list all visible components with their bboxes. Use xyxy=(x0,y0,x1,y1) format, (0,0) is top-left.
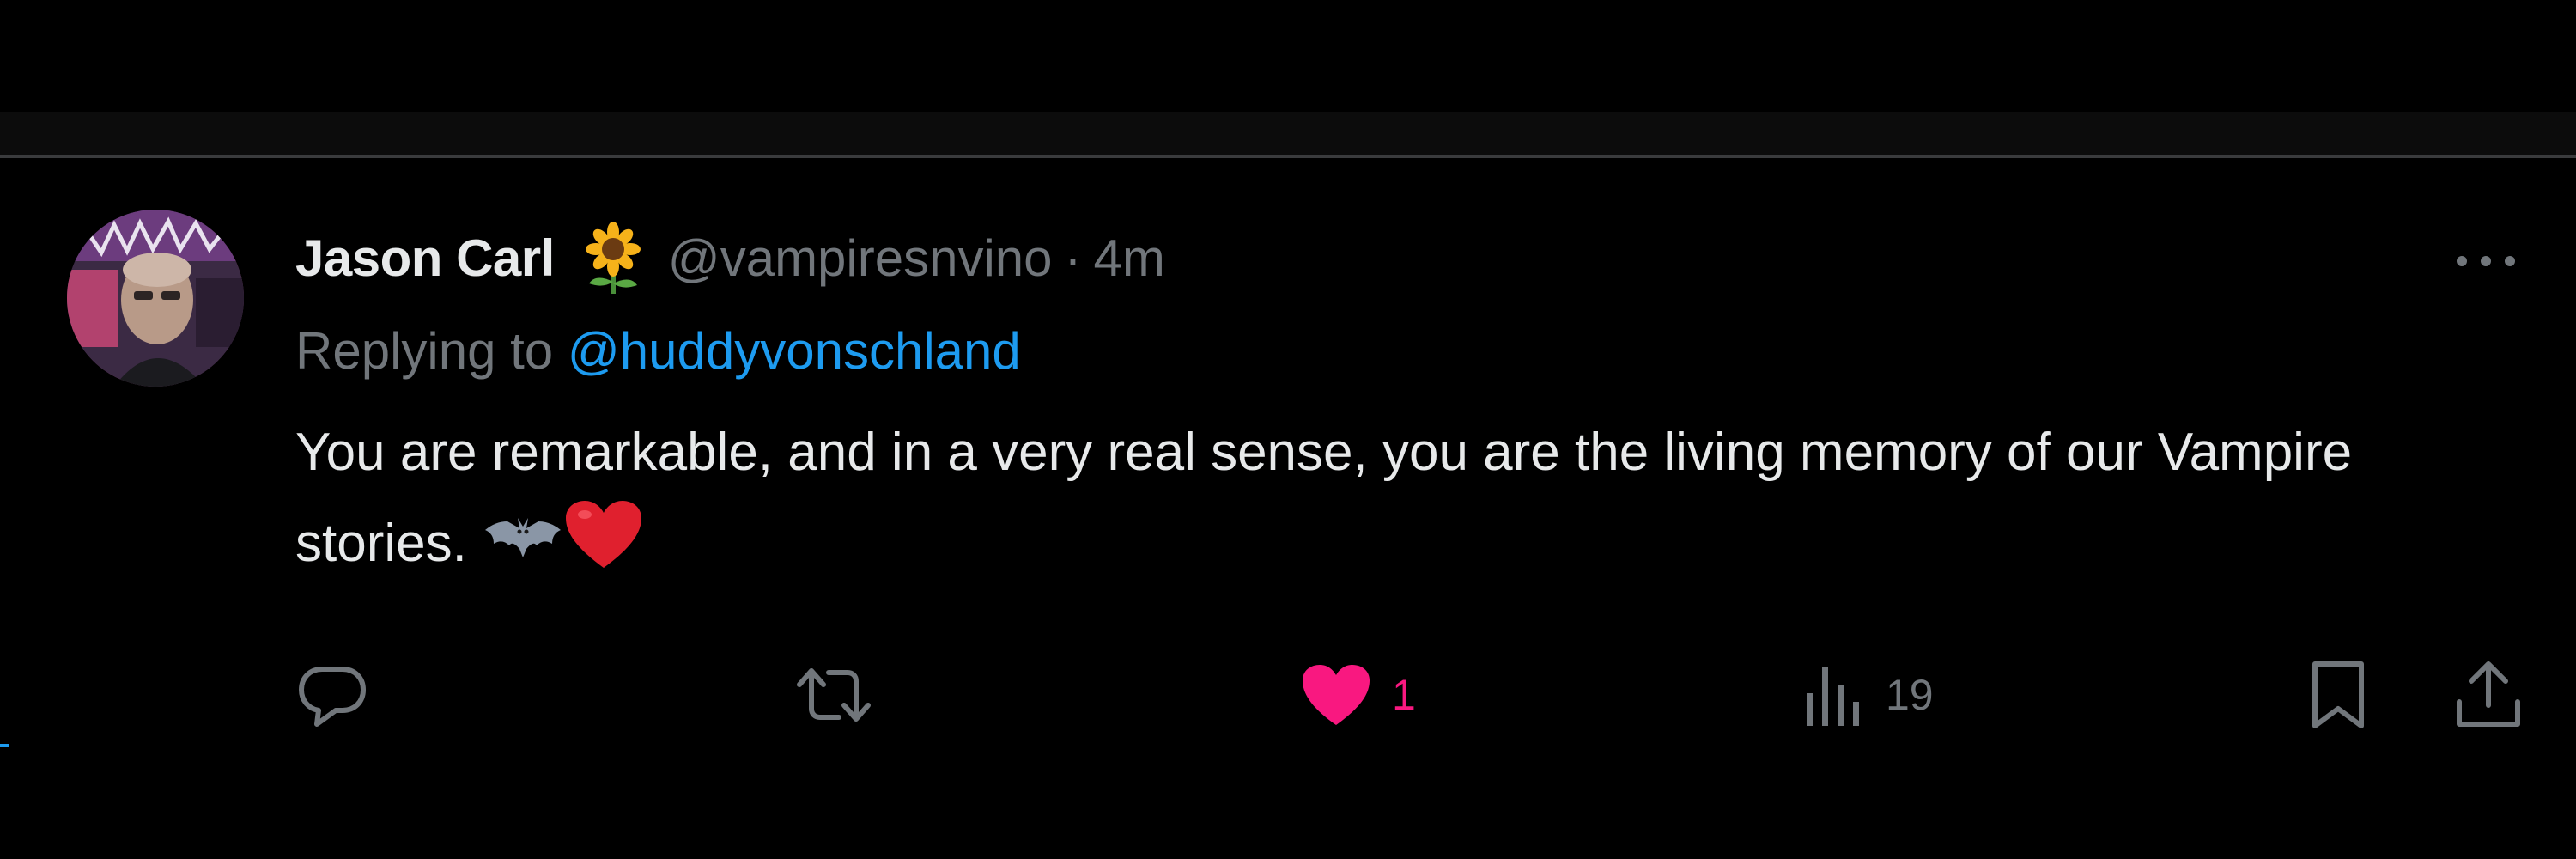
replying-to: Replying to @huddyvonschland xyxy=(295,321,1021,381)
tweet[interactable]: Jason Carl @vampiresnvino · 4m Replying … xyxy=(0,158,2576,859)
retweet-icon xyxy=(797,668,871,722)
sunflower-emoji-icon xyxy=(577,222,649,294)
tweet-header: Jason Carl @vampiresnvino · 4m xyxy=(295,222,1165,294)
avatar[interactable] xyxy=(67,210,244,387)
tweet-text: You are remarkable, and in a very real s… xyxy=(295,407,2494,600)
tweet-timestamp[interactable]: 4m xyxy=(1094,228,1165,288)
retweet-button[interactable] xyxy=(794,639,873,751)
replying-to-label: Replying to xyxy=(295,322,568,380)
views-count: 19 xyxy=(1886,671,1934,719)
bat-emoji-icon xyxy=(482,509,564,600)
top-band xyxy=(0,112,2576,155)
heart-filled-icon xyxy=(1303,665,1370,725)
avatar-image xyxy=(67,210,244,387)
bar-chart-icon xyxy=(1807,667,1859,726)
page: Jason Carl @vampiresnvino · 4m Replying … xyxy=(0,0,2576,859)
red-heart-emoji-icon xyxy=(564,499,643,600)
bookmark-button[interactable] xyxy=(2308,639,2368,751)
more-horizontal-icon xyxy=(2457,256,2515,266)
edge-marker xyxy=(0,744,9,747)
more-options-button[interactable] xyxy=(2447,235,2524,287)
reply-button[interactable] xyxy=(296,639,368,751)
share-button[interactable] xyxy=(2452,639,2524,751)
share-icon xyxy=(2457,661,2520,727)
like-count: 1 xyxy=(1392,671,1416,719)
tweet-actions: 1 19 xyxy=(0,639,2576,751)
views-button[interactable]: 19 xyxy=(1803,639,1934,751)
like-button[interactable]: 1 xyxy=(1301,639,1416,751)
author-handle[interactable]: @vampiresnvino xyxy=(668,228,1053,288)
reply-icon xyxy=(299,667,366,727)
reply-mention-link[interactable]: @huddyvonschland xyxy=(568,322,1021,380)
bookmark-icon xyxy=(2312,661,2364,728)
header-separator: · xyxy=(1064,228,1082,287)
author-display-name[interactable]: Jason Carl xyxy=(295,228,555,288)
